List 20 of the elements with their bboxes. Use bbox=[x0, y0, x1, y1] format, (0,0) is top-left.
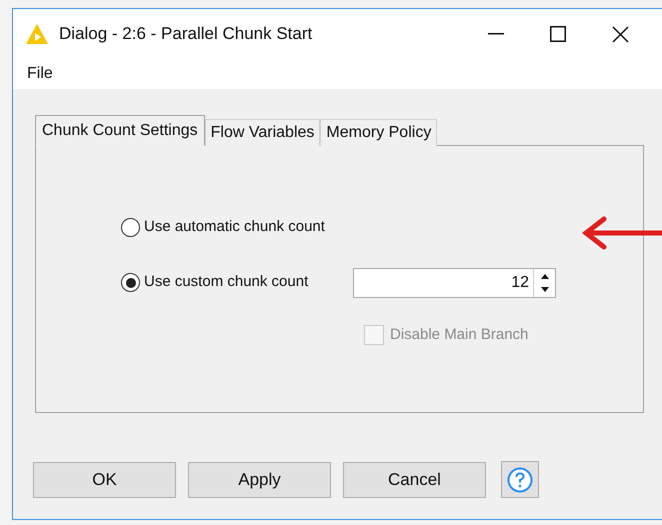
tab[interactable]: Chunk Count Settings bbox=[35, 115, 205, 146]
close-icon bbox=[612, 26, 628, 42]
app-logo-icon bbox=[25, 23, 49, 45]
radio-button[interactable] bbox=[121, 218, 140, 237]
maximize-icon bbox=[550, 26, 566, 42]
radio-button[interactable] bbox=[121, 273, 140, 292]
number-spinner[interactable]: 12 bbox=[353, 268, 556, 298]
dialog-button[interactable]: Apply bbox=[188, 462, 331, 498]
help-button[interactable] bbox=[501, 461, 539, 498]
tab[interactable]: Flow Variables bbox=[204, 119, 320, 146]
checkbox-label: Disable Main Branch bbox=[390, 324, 528, 344]
help-icon bbox=[507, 466, 533, 492]
menu-item[interactable]: File bbox=[27, 62, 53, 86]
tab[interactable]: Memory Policy bbox=[320, 119, 438, 146]
dialog-button[interactable]: Cancel bbox=[343, 462, 486, 498]
minimize-icon bbox=[488, 33, 504, 35]
radio-label: Use automatic chunk count bbox=[144, 217, 326, 237]
window-title: Dialog - 2:6 - Parallel Chunk Start bbox=[59, 23, 312, 46]
dialog-button[interactable]: OK bbox=[33, 462, 176, 498]
radio-label: Use custom chunk count bbox=[144, 272, 310, 292]
